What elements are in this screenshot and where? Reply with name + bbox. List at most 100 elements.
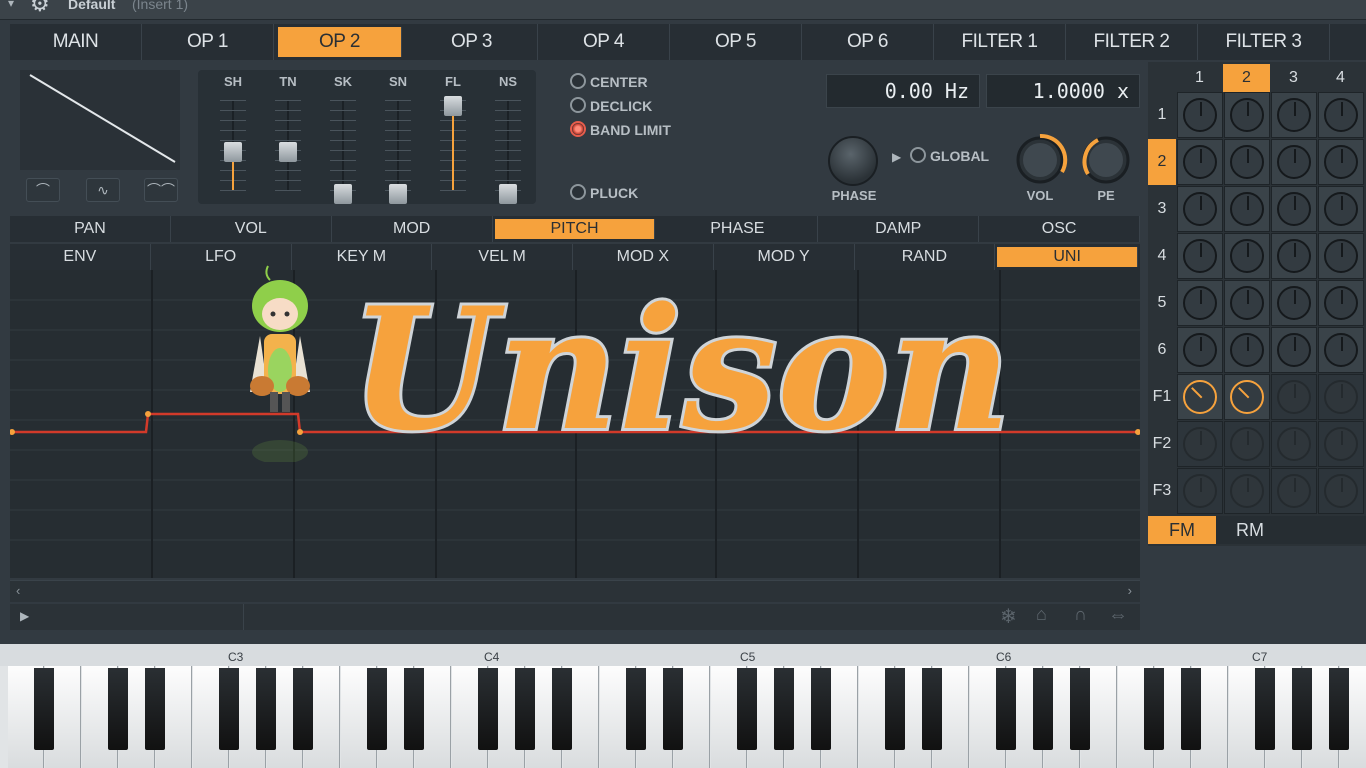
matrix-cell[interactable]	[1224, 186, 1270, 232]
tab-main[interactable]: MAIN	[10, 24, 142, 60]
black-key[interactable]	[256, 668, 276, 750]
matrix-knob[interactable]	[1324, 239, 1358, 273]
fader-handle[interactable]	[279, 141, 297, 162]
piano-keyboard[interactable]: C3 C4 C5 C6 C7	[0, 644, 1366, 768]
matrix-knob[interactable]	[1277, 145, 1311, 179]
tab-op-2[interactable]: OP 2	[278, 27, 402, 57]
matrix-knob[interactable]	[1183, 380, 1217, 414]
matrix-cell[interactable]	[1318, 374, 1364, 420]
black-key[interactable]	[737, 668, 757, 750]
matrix-knob[interactable]	[1324, 380, 1358, 414]
tab-op-4[interactable]: OP 4	[538, 24, 670, 60]
matrix-knob[interactable]	[1324, 427, 1358, 461]
matrix-col-header[interactable]: 3	[1270, 64, 1317, 92]
global-option[interactable]: GLOBAL	[910, 146, 989, 166]
black-key[interactable]	[811, 668, 831, 750]
fader-tn[interactable]: TN	[261, 70, 315, 204]
gear-icon[interactable]: ⚙	[30, 0, 50, 17]
tab-op-5[interactable]: OP 5	[670, 24, 802, 60]
matrix-cell[interactable]	[1271, 233, 1317, 279]
matrix-cell[interactable]	[1224, 92, 1270, 138]
matrix-cell[interactable]	[1271, 280, 1317, 326]
matrix-row-header[interactable]: F2	[1148, 421, 1176, 467]
matrix-row-header[interactable]: 1	[1148, 92, 1176, 138]
fader-handle[interactable]	[224, 141, 242, 162]
matrix-row-header[interactable]: 4	[1148, 233, 1176, 279]
fader-sn[interactable]: SN	[371, 70, 425, 204]
matrix-knob[interactable]	[1277, 98, 1311, 132]
horizontal-scrollbar[interactable]: ‹ ›	[10, 580, 1140, 602]
fm-button[interactable]: FM	[1148, 516, 1216, 544]
scroll-right-icon[interactable]: ›	[1128, 583, 1132, 598]
matrix-knob[interactable]	[1230, 286, 1264, 320]
tag-icon[interactable]: ⌂	[1036, 604, 1047, 625]
matrix-cell[interactable]	[1224, 327, 1270, 373]
chevron-down-icon[interactable]: ▾	[8, 0, 14, 10]
matrix-cell[interactable]	[1177, 280, 1223, 326]
black-key[interactable]	[478, 668, 498, 750]
black-key[interactable]	[1292, 668, 1312, 750]
matrix-knob[interactable]	[1324, 98, 1358, 132]
black-key[interactable]	[108, 668, 128, 750]
matrix-cell[interactable]	[1318, 139, 1364, 185]
matrix-knob[interactable]	[1183, 333, 1217, 367]
declick-option[interactable]: DECLICK	[570, 96, 652, 116]
black-key[interactable]	[515, 668, 535, 750]
matrix-cell[interactable]	[1318, 421, 1364, 467]
matrix-col-header[interactable]: 1	[1176, 64, 1223, 92]
matrix-knob[interactable]	[1230, 145, 1264, 179]
fader-sk[interactable]: SK	[316, 70, 370, 204]
matrix-cell[interactable]	[1177, 468, 1223, 514]
mod-tab-pan[interactable]: PAN	[10, 216, 171, 242]
fader-handle[interactable]	[389, 184, 407, 204]
matrix-knob[interactable]	[1183, 98, 1217, 132]
matrix-knob[interactable]	[1183, 427, 1217, 461]
fader-sh[interactable]: SH	[206, 70, 260, 204]
rm-button[interactable]: RM	[1216, 516, 1284, 544]
matrix-cell[interactable]	[1177, 421, 1223, 467]
matrix-row-header[interactable]: 2	[1148, 139, 1176, 185]
fader-handle[interactable]	[444, 96, 462, 116]
mod-tab-pitch[interactable]: PITCH	[494, 219, 656, 239]
matrix-knob[interactable]	[1183, 145, 1217, 179]
black-key[interactable]	[1070, 668, 1090, 750]
matrix-knob[interactable]	[1183, 474, 1217, 508]
black-key[interactable]	[996, 668, 1016, 750]
matrix-cell[interactable]	[1318, 92, 1364, 138]
black-key[interactable]	[293, 668, 313, 750]
black-key[interactable]	[774, 668, 794, 750]
fader-handle[interactable]	[334, 184, 352, 204]
matrix-knob[interactable]	[1277, 380, 1311, 414]
mod-tab-vol[interactable]: VOL	[171, 216, 332, 242]
matrix-cell[interactable]	[1318, 327, 1364, 373]
mod-tab-damp[interactable]: DAMP	[818, 216, 980, 242]
matrix-cell[interactable]	[1177, 92, 1223, 138]
preset-name[interactable]: Default	[68, 0, 115, 12]
matrix-knob[interactable]	[1324, 286, 1358, 320]
mod-tab-env[interactable]: ENV	[10, 244, 151, 270]
black-key[interactable]	[404, 668, 424, 750]
vol-knob[interactable]	[1012, 132, 1068, 188]
shape-curve-button[interactable]: ⌒	[26, 178, 60, 202]
black-key[interactable]	[1329, 668, 1349, 750]
center-option[interactable]: CENTER	[570, 72, 648, 92]
envelope-point[interactable]	[9, 429, 15, 435]
matrix-cell[interactable]	[1224, 421, 1270, 467]
matrix-knob[interactable]	[1230, 333, 1264, 367]
matrix-cell[interactable]	[1224, 280, 1270, 326]
frequency-display[interactable]: 0.00 Hz	[826, 74, 980, 108]
matrix-knob[interactable]	[1277, 239, 1311, 273]
matrix-knob[interactable]	[1277, 427, 1311, 461]
tab-filter-2[interactable]: FILTER 2	[1066, 24, 1198, 60]
phase-knob[interactable]	[828, 136, 878, 186]
matrix-knob[interactable]	[1230, 474, 1264, 508]
black-key[interactable]	[145, 668, 165, 750]
black-key[interactable]	[552, 668, 572, 750]
matrix-cell[interactable]	[1177, 327, 1223, 373]
matrix-knob[interactable]	[1324, 145, 1358, 179]
matrix-knob[interactable]	[1230, 427, 1264, 461]
matrix-cell[interactable]	[1271, 92, 1317, 138]
matrix-knob[interactable]	[1183, 286, 1217, 320]
matrix-knob[interactable]	[1230, 192, 1264, 226]
pe-knob[interactable]	[1078, 132, 1134, 188]
